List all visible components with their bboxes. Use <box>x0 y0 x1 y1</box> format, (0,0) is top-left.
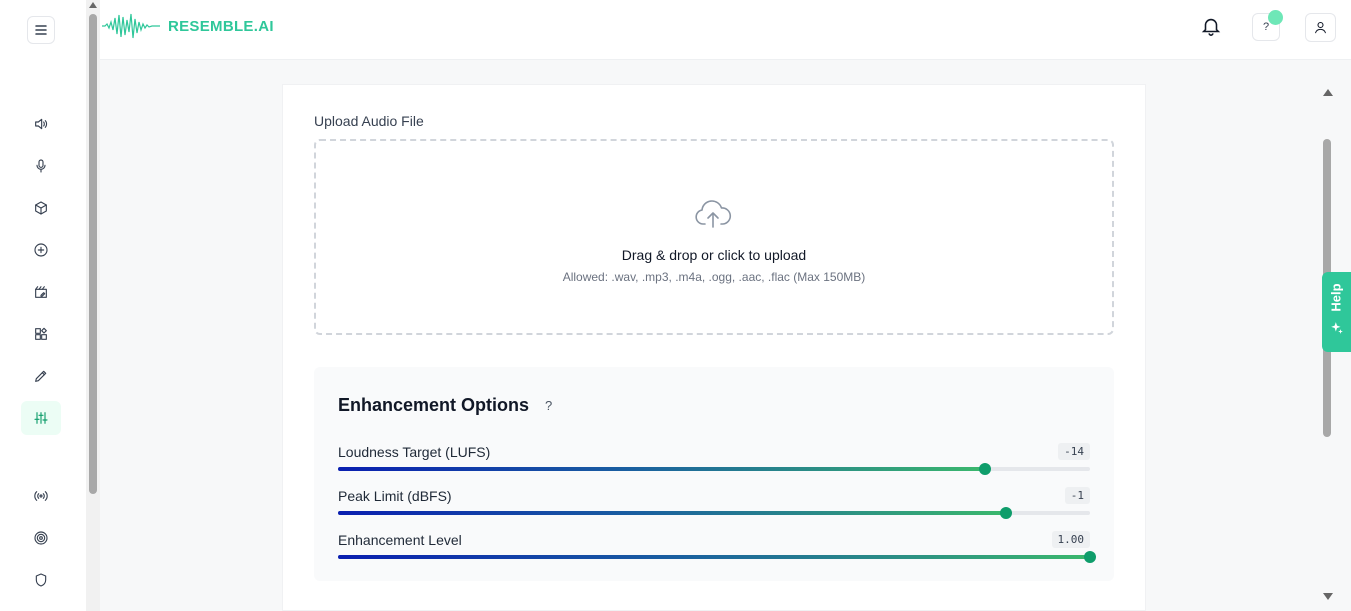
slider-fill <box>338 467 985 471</box>
sidebar-item-apps[interactable] <box>21 317 61 351</box>
user-icon <box>1314 21 1327 34</box>
slider-handle[interactable] <box>978 463 991 475</box>
sidebar-item-live[interactable] <box>21 479 61 513</box>
logo-text: RESEMBLE.AI <box>168 17 274 35</box>
cloud-upload-icon <box>694 199 732 231</box>
upload-dropzone[interactable]: Drag & drop or click to upload Allowed: … <box>314 139 1114 335</box>
scrollbar-thumb[interactable] <box>89 14 97 494</box>
pencil-icon <box>35 370 47 382</box>
speaker-icon <box>35 118 48 130</box>
scroll-down-arrow-icon[interactable] <box>1323 593 1333 600</box>
scroll-up-arrow-icon[interactable] <box>1323 89 1333 96</box>
slider-handle[interactable] <box>999 507 1012 519</box>
help-button-label: ? <box>1262 21 1270 33</box>
slider-value-loudness: -14 <box>1058 443 1090 460</box>
slider-fill <box>338 555 1090 559</box>
upload-label: Upload Audio File <box>314 113 424 129</box>
cube-icon <box>35 201 47 215</box>
sidebar-item-enhance[interactable] <box>21 401 61 435</box>
slider-value-peak: -1 <box>1064 487 1090 504</box>
sidebar-item-voices[interactable] <box>21 149 61 183</box>
sidebar-item-speech[interactable] <box>21 107 61 141</box>
enhancement-options-title: Enhancement Options <box>338 395 530 415</box>
slider-fill <box>338 511 1006 515</box>
sidebar-item-edit[interactable] <box>21 359 61 393</box>
logo[interactable]: RESEMBLE.AI <box>102 12 274 40</box>
help-tab-label: Help <box>1328 282 1344 312</box>
broadcast-icon <box>34 491 48 501</box>
slider-peak[interactable] <box>338 507 1090 519</box>
top-header: RESEMBLE.AI ? <box>100 0 1351 60</box>
sidebar-item-create[interactable] <box>21 233 61 267</box>
hamburger-icon <box>35 25 47 35</box>
enhance-card: Upload Audio File Drag & drop or click t… <box>282 84 1146 611</box>
plus-circle-icon <box>34 243 48 257</box>
slider-enhancement[interactable] <box>338 551 1096 563</box>
sparkle-icon <box>1330 321 1343 334</box>
waveform-logo-icon <box>102 13 160 39</box>
slider-handle[interactable] <box>1084 551 1096 563</box>
help-side-tab[interactable]: Help <box>1322 272 1351 352</box>
sidebar-scrollbar[interactable] <box>86 0 100 611</box>
notifications-button[interactable] <box>1200 15 1224 39</box>
target-icon <box>34 531 48 545</box>
sidebar-item-security[interactable] <box>21 563 61 597</box>
clapperboard-edit-icon <box>35 286 47 298</box>
sidebar-item-detect[interactable] <box>21 521 61 555</box>
microphone-icon <box>36 159 46 173</box>
enhancement-options-panel: Enhancement Options ? Loudness Target (L… <box>314 367 1114 581</box>
sidebar-item-projects[interactable] <box>21 191 61 225</box>
menu-toggle-button[interactable] <box>27 16 55 44</box>
slider-label-peak: Peak Limit (dBFS) <box>338 488 452 504</box>
widgets-icon <box>35 327 47 340</box>
sliders-icon <box>34 412 48 424</box>
slider-label-loudness: Loudness Target (LUFS) <box>338 444 491 460</box>
sidebar <box>0 0 86 611</box>
shield-icon <box>35 573 47 587</box>
upload-title: Drag & drop or click to upload <box>621 247 807 263</box>
slider-value-enhancement: 1.00 <box>1051 531 1090 548</box>
bell-icon <box>1201 18 1221 36</box>
account-button[interactable] <box>1305 13 1336 42</box>
upload-allowed-formats: Allowed: .wav, .mp3, .m4a, .ogg, .aac, .… <box>562 270 866 284</box>
scroll-up-arrow-icon[interactable] <box>89 2 97 8</box>
slider-loudness[interactable] <box>338 463 1090 475</box>
status-indicator-dot <box>1268 10 1283 25</box>
sidebar-item-studio[interactable] <box>21 275 61 309</box>
slider-label-enhancement: Enhancement Level <box>338 532 462 548</box>
enhancement-options-help[interactable]: ? <box>545 398 552 413</box>
